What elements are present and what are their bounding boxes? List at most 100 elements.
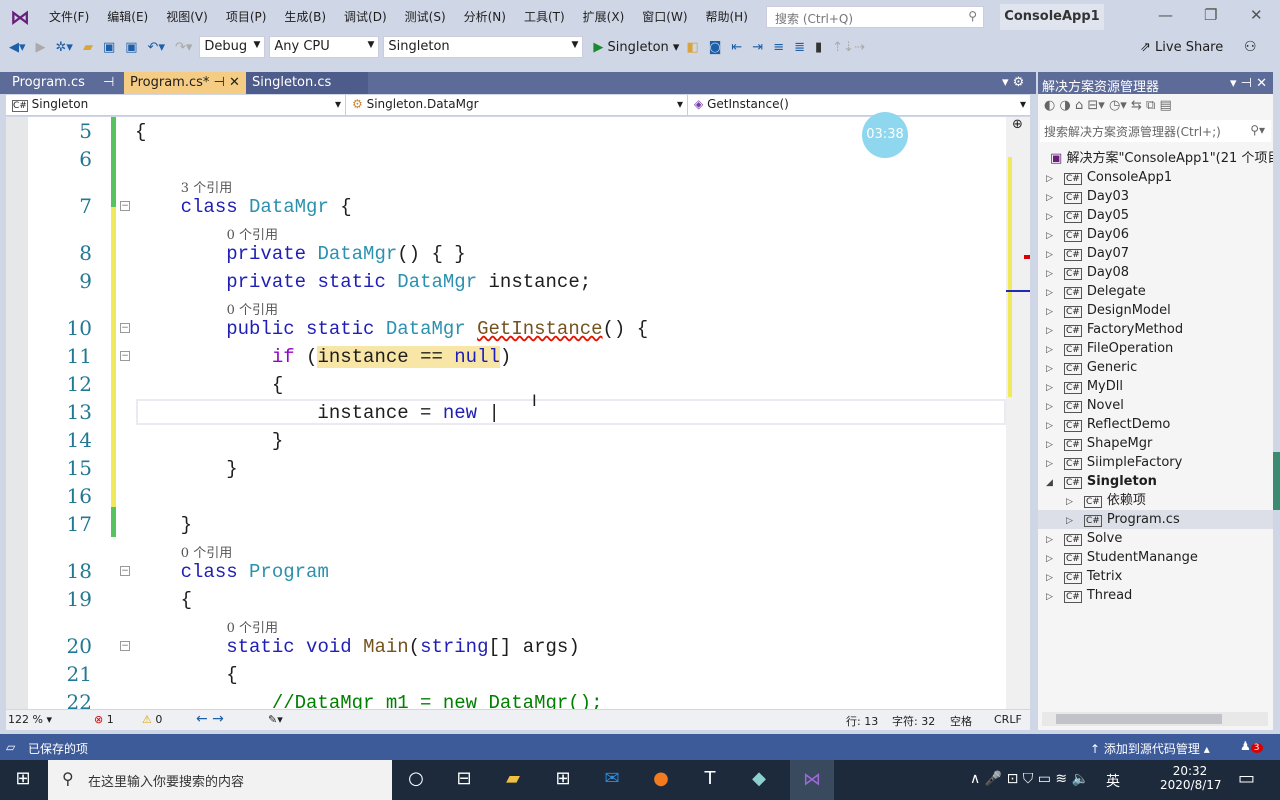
windows-start-icon[interactable]: ⊞ [10,768,36,792]
platform-select[interactable]: Any CPU ▼ [269,36,380,58]
code-line[interactable]: 21 { [6,662,1006,690]
menu-item[interactable]: 扩展(X) [574,8,634,25]
tree-item[interactable]: ▷ C# DesignModel [1038,301,1273,320]
tree-item[interactable]: ▷ C# ReflectDemo [1038,415,1273,434]
maximize-button[interactable]: ❐ [1204,6,1217,24]
tree-item[interactable]: ▷ C# 依赖项 [1038,491,1273,510]
cleanup-icon[interactable]: ✎▾ [268,713,283,726]
vertical-scrollbar[interactable]: ⊕ [1006,117,1030,709]
config-select[interactable]: Debug ▼ [199,36,266,58]
visual-studio-taskbar-icon[interactable]: ⋈ [790,760,834,800]
solution-search-input[interactable]: 搜索解决方案资源管理器(Ctrl+;) ⚲▾ [1040,120,1271,142]
close-tab-icon[interactable]: ✕ [229,75,240,90]
action-center-icon[interactable]: ▭ [1238,768,1255,789]
tree-item[interactable]: ▷ C# Delegate [1038,282,1273,301]
history-icon[interactable]: ◷▾ [1109,98,1127,113]
indent-icon[interactable]: ⇥ [749,40,766,55]
code-lens-references[interactable]: 0 个引用 [6,540,1006,561]
mail-icon[interactable]: ✉ [599,768,625,792]
live-share-button[interactable]: ⇗ Live Share [1140,40,1223,55]
code-line[interactable]: 7 − class DataMgr { [6,194,1006,222]
source-control-button[interactable]: ↑ 添加到源代码管理 ▴ [1090,740,1210,757]
expand-arrow-icon[interactable]: ▷ [1046,588,1064,607]
code-line[interactable]: 15 } [6,456,1006,484]
member-dropdown[interactable]: ◈ GetInstance() ▾ [688,95,1030,115]
solution-root[interactable]: ▣ 解决方案"ConsoleApp1"(21 个项目, [1038,149,1280,168]
save-icon[interactable]: ▣ [100,40,118,55]
collapse-icon[interactable]: − [120,201,130,211]
cortana-icon[interactable]: ○ [403,768,429,792]
nav-arrows-icon[interactable]: ← → [196,711,224,727]
ime-indicator[interactable]: 英 [1106,771,1120,791]
code-line[interactable]: 14 } [6,428,1006,456]
tree-item[interactable]: ▷ C# Day03 [1038,187,1273,206]
switch-views-icon[interactable]: ⊟▾ [1087,98,1104,113]
tree-item[interactable]: ▷ C# StudentManange [1038,548,1273,567]
tree-item[interactable]: ▷ C# ShapeMgr [1038,434,1273,453]
taskbar-search-input[interactable]: ⚲ 在这里输入你要搜索的内容 [48,760,392,800]
collapse-icon[interactable]: − [120,566,130,576]
feedback-icon[interactable]: ⚇ [1244,39,1257,55]
code-line[interactable]: 5{ [6,119,1006,147]
tree-item[interactable]: ▷ C# ConsoleApp1 [1038,168,1273,187]
errors-indicator[interactable]: ⊗ 1 [94,713,114,726]
class-dropdown[interactable]: ⚙ Singleton.DataMgr ▾ [346,95,688,115]
tree-item[interactable]: ▷ C# MyDll [1038,377,1273,396]
tab-program-cs[interactable]: Program.cs ⊣ [6,72,124,94]
search-input[interactable]: 搜索 (Ctrl+Q) ⚲ [766,6,984,28]
collapse-icon[interactable]: − [120,323,130,333]
menu-item[interactable]: 生成(B) [275,8,335,25]
code-line[interactable]: 10 − public static DataMgr GetInstance() … [6,316,1006,344]
side-tab[interactable] [1273,452,1280,510]
code-line[interactable]: 18 − class Program [6,559,1006,587]
code-line[interactable]: 13 instance = new | [6,400,1006,428]
minimize-button[interactable]: — [1158,6,1173,24]
menu-item[interactable]: 窗口(W) [633,8,696,25]
run-button[interactable]: ▶ Singleton ▾ [587,40,679,55]
menu-item[interactable]: 工具(T) [515,8,574,25]
save-all-icon[interactable]: ▣ [122,40,140,55]
outdent-icon[interactable]: ⇤ [728,40,745,55]
comment-icon[interactable]: ≡ [770,40,787,55]
collapse-icon[interactable]: ⧉ [1146,98,1155,113]
menu-item[interactable]: 编辑(E) [98,8,157,25]
back-icon[interactable]: ◀▾ [6,40,29,55]
project-dropdown[interactable]: C# Singleton ▾ [6,95,346,115]
tree-item[interactable]: ▷ C# Thread [1038,586,1273,605]
tab-singleton-cs[interactable]: Singleton.cs [246,72,368,94]
firefox-icon[interactable]: ● [648,768,674,792]
indent-mode[interactable]: 空格 [950,713,972,729]
code-lens-references[interactable]: 0 个引用 [6,615,1006,636]
menu-item[interactable]: 视图(V) [157,8,217,25]
tree-item[interactable]: ◢ C# Singleton [1038,472,1273,491]
tree-item[interactable]: ▷ C# Day06 [1038,225,1273,244]
tree-item[interactable]: ▷ C# Generic [1038,358,1273,377]
code-line[interactable]: 9 private static DataMgr instance; [6,269,1006,297]
tree-item[interactable]: ▷ C# FileOperation [1038,339,1273,358]
pin-icon[interactable]: ⊣ [103,75,114,90]
code-line[interactable]: 17 } [6,512,1006,540]
sync-icon[interactable]: ⇆ [1131,98,1142,113]
tree-item[interactable]: ▷ C# Day05 [1038,206,1273,225]
bookmark-icon[interactable]: ▮ [812,40,825,55]
tab-program-cs-modified[interactable]: Program.cs* ⊣ ✕ [124,72,246,94]
code-line[interactable]: 22 //DataMgr m1 = new DataMgr(); [6,690,1006,709]
tree-item[interactable]: ▷ C# Novel [1038,396,1273,415]
split-icon[interactable]: ⊕ [1012,117,1023,132]
menu-item[interactable]: 文件(F) [40,8,98,25]
code-line[interactable]: 20 − static void Main(string[] args) [6,634,1006,662]
app-icon[interactable]: ◆ [746,768,772,792]
tree-item[interactable]: ▷ C# Day07 [1038,244,1273,263]
tree-item[interactable]: ▷ C# Solve [1038,529,1273,548]
menu-item[interactable]: 调试(D) [335,8,396,25]
typora-icon[interactable]: T [697,768,723,792]
code-lens-references[interactable]: 3 个引用 [6,175,1006,196]
file-explorer-icon[interactable]: ▰ [500,768,526,792]
code-editor[interactable]: 5{6 3 个引用 7− class DataMgr {0 个引用 8 private… [6,117,1006,709]
clock[interactable]: 20:32 2020/8/17 [1160,764,1222,792]
screenshot-icon[interactable]: ◙ [706,40,725,55]
horizontal-scrollbar[interactable] [1042,712,1268,726]
zoom-select[interactable]: 122 % ▾ [8,713,52,726]
tree-item[interactable]: ▷ C# Day08 [1038,263,1273,282]
menu-item[interactable]: 测试(S) [396,8,455,25]
